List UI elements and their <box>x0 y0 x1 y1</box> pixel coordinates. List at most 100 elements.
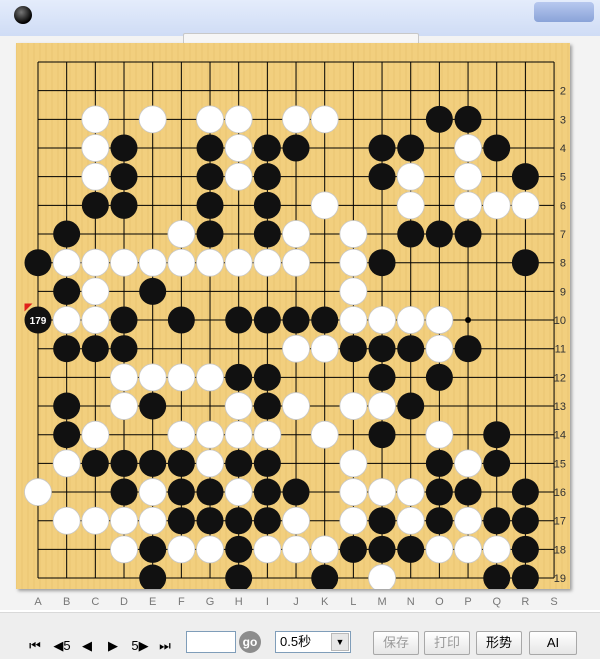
last-move-button[interactable]: ⏭ <box>158 637 172 655</box>
ai-button[interactable]: AI <box>529 631 577 655</box>
row-label: 19 <box>554 573 566 585</box>
black-stone <box>368 363 396 391</box>
white-stone <box>425 535 454 564</box>
chevron-down-icon[interactable]: ▼ <box>331 633 349 651</box>
column-label: F <box>177 596 185 608</box>
white-stone <box>253 248 282 277</box>
white-stone <box>167 248 196 277</box>
white-stone <box>167 420 196 449</box>
black-stone <box>483 421 511 449</box>
white-stone <box>52 248 81 277</box>
black-stone <box>253 449 281 477</box>
black-stone <box>454 478 482 506</box>
white-stone <box>81 134 110 162</box>
white-stone <box>253 420 282 449</box>
white-stone <box>196 449 224 478</box>
black-stone <box>368 134 396 162</box>
white-stone <box>81 420 110 449</box>
situation-button[interactable]: 形势 <box>476 631 522 655</box>
white-stone <box>425 334 454 363</box>
print-button[interactable]: 打印 <box>424 631 470 655</box>
forward-5-button[interactable]: 5▶ <box>128 637 152 655</box>
white-stone <box>196 248 224 277</box>
go-button[interactable]: go <box>239 631 261 653</box>
row-label: 11 <box>555 344 566 356</box>
window-controls[interactable] <box>534 2 594 22</box>
black-stone <box>282 134 310 162</box>
row-label: 4 <box>560 143 566 155</box>
row-label: 9 <box>560 286 566 298</box>
white-stone <box>425 306 454 334</box>
black-stone <box>368 535 396 563</box>
black-stone <box>483 507 511 535</box>
speed-value: 0.5秒 <box>280 634 312 649</box>
black-stone <box>454 220 482 248</box>
column-label: C <box>91 596 100 608</box>
white-stone <box>282 248 310 277</box>
black-stone <box>454 335 482 363</box>
black-stone <box>253 191 281 219</box>
black-stone <box>253 363 281 391</box>
black-stone <box>425 220 453 248</box>
black-stone <box>196 191 224 219</box>
white-stone <box>224 248 253 277</box>
white-stone <box>224 134 253 162</box>
black-stone <box>397 335 425 363</box>
white-stone <box>81 277 110 306</box>
first-move-button[interactable]: ⏮ <box>28 637 42 655</box>
go-board[interactable]: 179 2 3 4 5 6 7 8 9 10 11 12 13 14 15 16 17 18 19 <box>16 43 570 589</box>
black-stone <box>425 507 453 535</box>
white-stone <box>110 392 138 420</box>
back-5-button[interactable]: ◀5 <box>50 637 74 655</box>
move-number-input[interactable] <box>186 631 236 653</box>
white-stone <box>511 191 540 220</box>
back-1-button[interactable]: ◀ <box>80 637 94 655</box>
column-label: M <box>377 596 387 608</box>
white-stone <box>196 420 224 449</box>
black-stone <box>53 392 81 420</box>
white-stone <box>81 105 110 134</box>
black-stone <box>110 449 138 477</box>
forward-1-button[interactable]: ▶ <box>106 637 120 655</box>
marked-point <box>465 317 472 324</box>
column-label: O <box>435 596 444 608</box>
column-label: D <box>120 596 128 608</box>
black-stone <box>511 478 539 506</box>
column-label: E <box>149 596 157 608</box>
black-stone <box>425 363 453 391</box>
white-stone <box>110 363 138 392</box>
white-stone <box>454 535 482 564</box>
white-stone <box>339 306 368 334</box>
white-stone <box>110 535 138 564</box>
black-stone <box>368 335 396 363</box>
black-stone <box>196 220 224 248</box>
white-stone <box>368 392 396 420</box>
black-stone <box>425 478 453 506</box>
white-stone <box>196 535 224 564</box>
black-stone <box>368 507 396 535</box>
black-stone <box>139 449 167 477</box>
row-label: 13 <box>554 401 566 413</box>
black-stone <box>53 421 81 449</box>
black-stone <box>110 306 138 334</box>
white-stone <box>81 306 110 334</box>
white-stone <box>339 248 368 277</box>
white-stone <box>310 191 339 220</box>
white-stone <box>339 449 368 478</box>
black-stone <box>225 306 253 334</box>
playback-toolbar: ⏮ ◀5 ◀ ▶ 5▶ ⏭ go 0.5秒 ▼ 保存 打印 形势 AI <box>0 612 600 659</box>
save-button[interactable]: 保存 <box>373 631 419 655</box>
black-stone <box>196 478 224 506</box>
black-stone <box>225 535 253 563</box>
black-stone <box>81 449 109 477</box>
board-svg[interactable]: 179 2 3 4 5 6 7 8 9 10 11 12 13 14 15 16 17 18 19 <box>16 43 570 589</box>
black-stone <box>511 163 539 191</box>
white-stone <box>454 162 482 191</box>
white-stone <box>253 535 282 564</box>
white-stone <box>81 506 110 535</box>
black-stone <box>24 249 52 277</box>
white-stone <box>339 478 368 506</box>
speed-select[interactable]: 0.5秒 ▼ <box>275 631 351 653</box>
black-stone <box>397 134 425 162</box>
white-stone <box>224 392 253 420</box>
